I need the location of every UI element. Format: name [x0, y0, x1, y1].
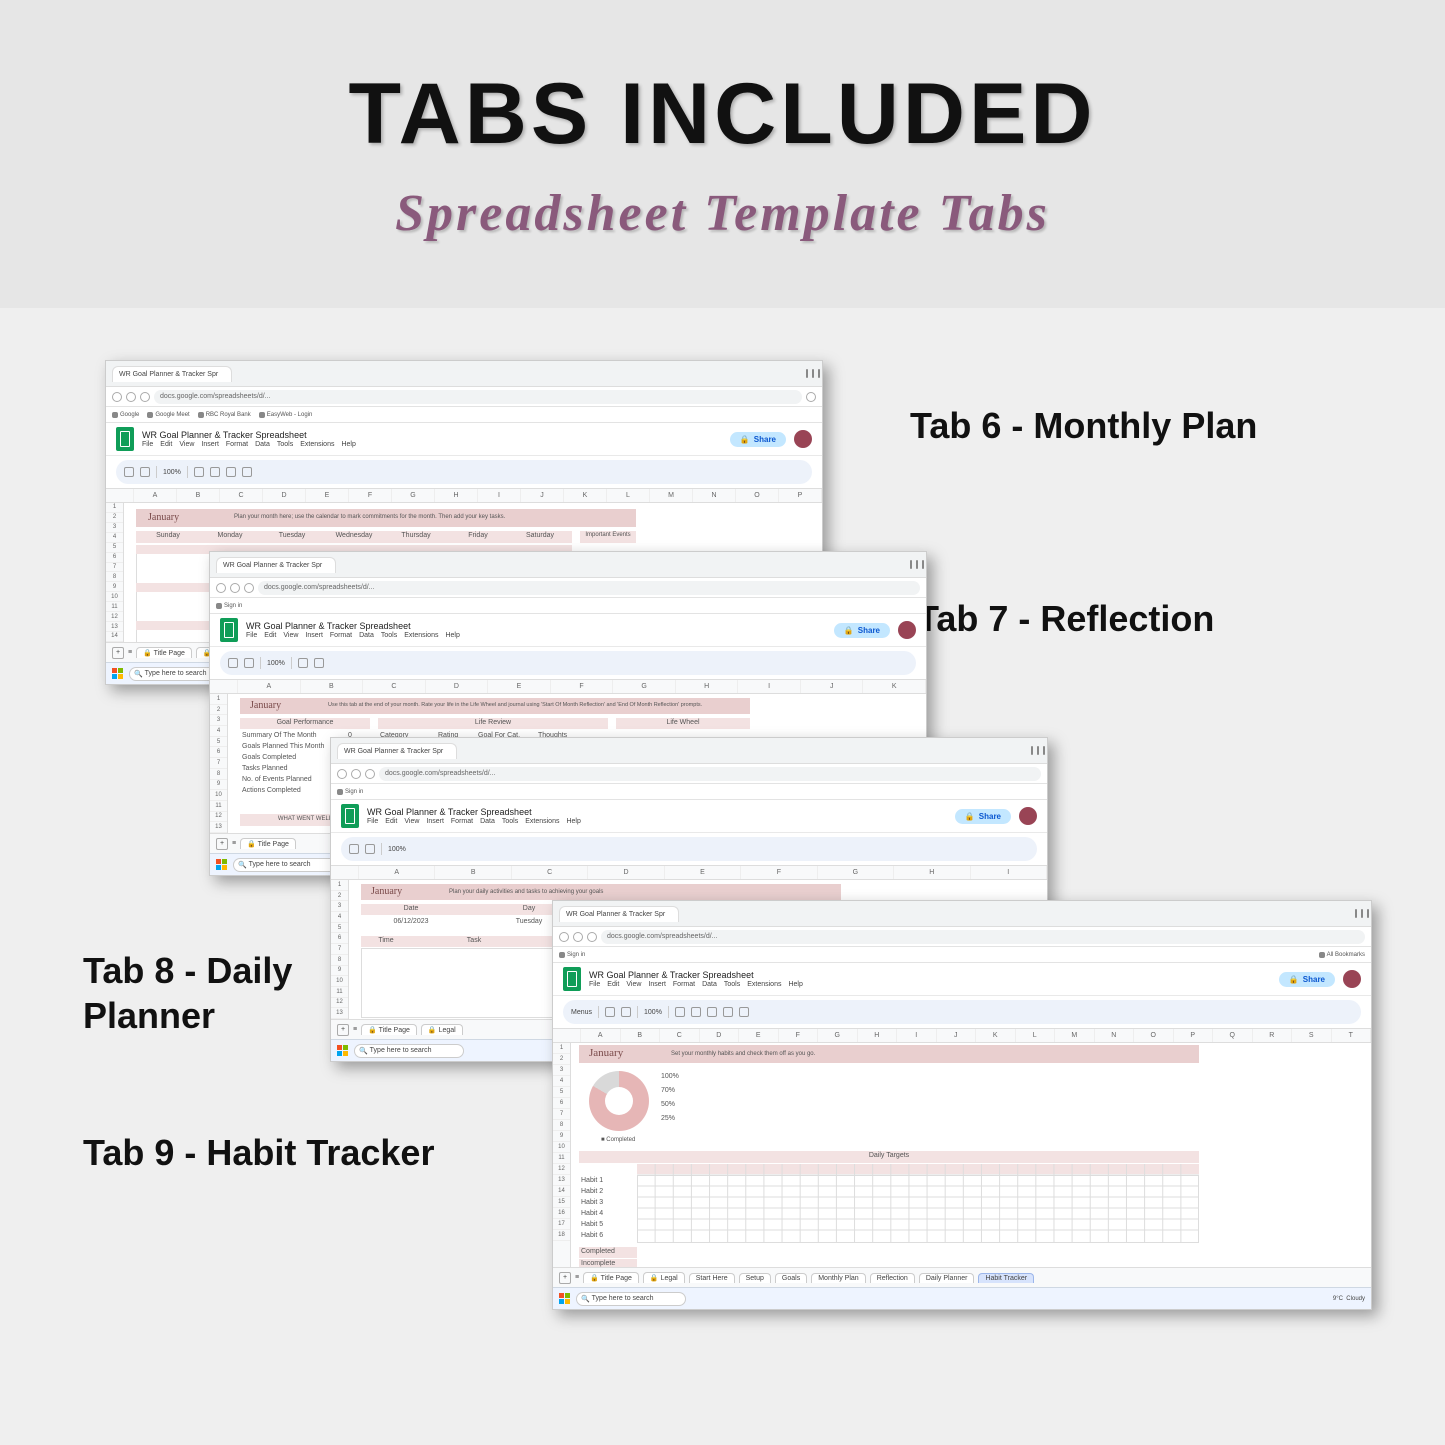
important-events-header: Important Events	[580, 532, 636, 538]
menu-data[interactable]: Data	[255, 441, 270, 448]
toolbar-button[interactable]	[210, 467, 220, 477]
windows-start-icon[interactable]	[559, 1293, 570, 1304]
bookmark-item[interactable]: Google	[112, 412, 139, 418]
day-header: Monday	[200, 532, 260, 539]
menu-view[interactable]: View	[179, 441, 194, 448]
url-input[interactable]: docs.google.com/spreadsheets/d/...	[258, 581, 920, 595]
share-button[interactable]: 🔒Share	[1279, 972, 1335, 987]
sheet-tab[interactable]: Setup	[739, 1273, 771, 1283]
daily-targets-header: Daily Targets	[579, 1152, 1199, 1159]
sheet-tab[interactable]: Reflection	[870, 1273, 915, 1283]
add-sheet-button[interactable]: +	[112, 647, 124, 659]
sheets-icon[interactable]	[341, 804, 359, 828]
hint-text: Use this tab at the end of your month. R…	[328, 702, 728, 708]
caption-tab-9: Tab 9 - Habit Tracker	[83, 1130, 434, 1175]
sheet-tab[interactable]: Goals	[775, 1273, 807, 1283]
share-button[interactable]: 🔒Share	[730, 432, 786, 447]
sheet-tab[interactable]: Monthly Plan	[811, 1273, 865, 1283]
wheel-header: Life Wheel	[616, 719, 750, 726]
sheet-tab[interactable]: 🔒 Title Page	[136, 647, 192, 658]
day-header: Tuesday	[262, 532, 322, 539]
lock-icon: 🔒	[740, 435, 750, 444]
sheet-tab[interactable]: 🔒 Title Page	[583, 1272, 639, 1283]
url-input[interactable]: docs.google.com/spreadsheets/d/...	[154, 390, 802, 404]
perf-header: Goal Performance	[240, 719, 370, 726]
menu-format[interactable]: Format	[226, 441, 248, 448]
share-button[interactable]: 🔒Share	[955, 809, 1011, 824]
all-sheets-icon[interactable]: ≡	[575, 1274, 579, 1281]
sheet-tab-active[interactable]: Habit Tracker	[978, 1273, 1034, 1283]
doc-header: WR Goal Planner & Tracker Spreadsheet Fi…	[106, 423, 822, 456]
page-title: TABS INCLUDED	[349, 65, 1097, 164]
sheets-icon[interactable]	[116, 427, 134, 451]
menu-bar: File Edit View Insert Format Data Tools …	[142, 441, 356, 448]
toolbar-button[interactable]	[140, 467, 150, 477]
day-header: Sunday	[138, 532, 198, 539]
bookmark-item[interactable]: RBC Royal Bank	[198, 412, 251, 418]
menu-help[interactable]: Help	[341, 441, 355, 448]
day-header: Wednesday	[324, 532, 384, 539]
browser-tab-strip: WR Goal Planner & Tracker Spr	[106, 361, 822, 387]
sheet-tab[interactable]: Start Here	[689, 1273, 735, 1283]
back-icon[interactable]	[112, 392, 122, 402]
zoom-level[interactable]: 100%	[163, 469, 181, 476]
day-header: Friday	[448, 532, 508, 539]
toolbar: 100%	[116, 460, 812, 484]
caption-tab-8: Tab 8 - Daily Planner	[83, 948, 363, 1038]
menu-insert[interactable]: Insert	[201, 441, 219, 448]
column-headers: ABCDEFGHIJKLMNOP	[106, 489, 822, 503]
toolbar-button[interactable]	[226, 467, 236, 477]
page-subtitle: Spreadsheet Template Tabs	[395, 184, 1050, 243]
menu-tools[interactable]: Tools	[277, 441, 293, 448]
sheets-icon[interactable]	[563, 967, 581, 991]
sheet-tab-strip: + ≡ 🔒 Title Page 🔒 Legal Start Here Setup…	[553, 1267, 1371, 1287]
forward-icon[interactable]	[126, 392, 136, 402]
add-sheet-button[interactable]: +	[216, 838, 228, 850]
spreadsheet-grid[interactable]: ABCDEFGHIJKLMNOPQRST 1234567891011121314…	[553, 1028, 1371, 1267]
toolbar-button[interactable]	[194, 467, 204, 477]
month-label: January	[148, 512, 179, 523]
month-label: January	[250, 700, 281, 711]
reload-icon[interactable]	[140, 392, 150, 402]
menu-file[interactable]: File	[142, 441, 153, 448]
window-controls[interactable]	[806, 369, 816, 379]
avatar[interactable]	[794, 430, 812, 448]
caption-tab-6: Tab 6 - Monthly Plan	[910, 403, 1257, 448]
progress-donut-chart	[589, 1071, 649, 1131]
toolbar-button[interactable]	[124, 467, 134, 477]
sheets-icon[interactable]	[220, 618, 238, 642]
address-bar-row: docs.google.com/spreadsheets/d/...	[106, 387, 822, 407]
browser-tab[interactable]: WR Goal Planner & Tracker Spr	[112, 366, 232, 382]
bookmark-item[interactable]: Google Meet	[147, 412, 189, 418]
day-header: Saturday	[510, 532, 570, 539]
browser-tab[interactable]: WR Goal Planner & Tracker Spr	[216, 557, 336, 573]
share-button[interactable]: 🔒Share	[834, 623, 890, 638]
header-band: TABS INCLUDED Spreadsheet Template Tabs	[0, 0, 1445, 308]
caption-tab-7: Tab 7 - Reflection	[917, 596, 1214, 641]
screenshot-habit-tracker: WR Goal Planner & Tracker Spr docs.googl…	[552, 900, 1372, 1310]
sheet-tab[interactable]: Daily Planner	[919, 1273, 975, 1283]
bookmarks-bar: Google Google Meet RBC Royal Bank EasyWe…	[106, 407, 822, 423]
review-header: Life Review	[378, 719, 608, 726]
browser-tab[interactable]: WR Goal Planner & Tracker Spr	[337, 743, 457, 759]
row-headers: 1234567891011121314	[106, 503, 124, 642]
month-hint: Plan your month here; use the calendar t…	[234, 514, 505, 520]
bookmark-item[interactable]: EasyWeb - Login	[259, 412, 313, 418]
menu-edit[interactable]: Edit	[160, 441, 172, 448]
add-sheet-button[interactable]: +	[559, 1272, 571, 1284]
doc-title[interactable]: WR Goal Planner & Tracker Spreadsheet	[142, 430, 356, 440]
windows-start-icon[interactable]	[112, 668, 123, 679]
extensions-icon[interactable]	[806, 392, 816, 402]
avatar[interactable]	[898, 621, 916, 639]
habit-grid-lines	[637, 1164, 1199, 1243]
day-header: Thursday	[386, 532, 446, 539]
all-sheets-icon[interactable]: ≡	[128, 649, 132, 656]
toolbar-button[interactable]	[242, 467, 252, 477]
sheet-tab[interactable]: 🔒 Legal	[643, 1272, 685, 1283]
menu-extensions[interactable]: Extensions	[300, 441, 334, 448]
taskbar-search[interactable]: 🔍 Type here to search	[576, 1292, 686, 1306]
doc-title[interactable]: WR Goal Planner & Tracker Spreadsheet	[246, 621, 460, 631]
